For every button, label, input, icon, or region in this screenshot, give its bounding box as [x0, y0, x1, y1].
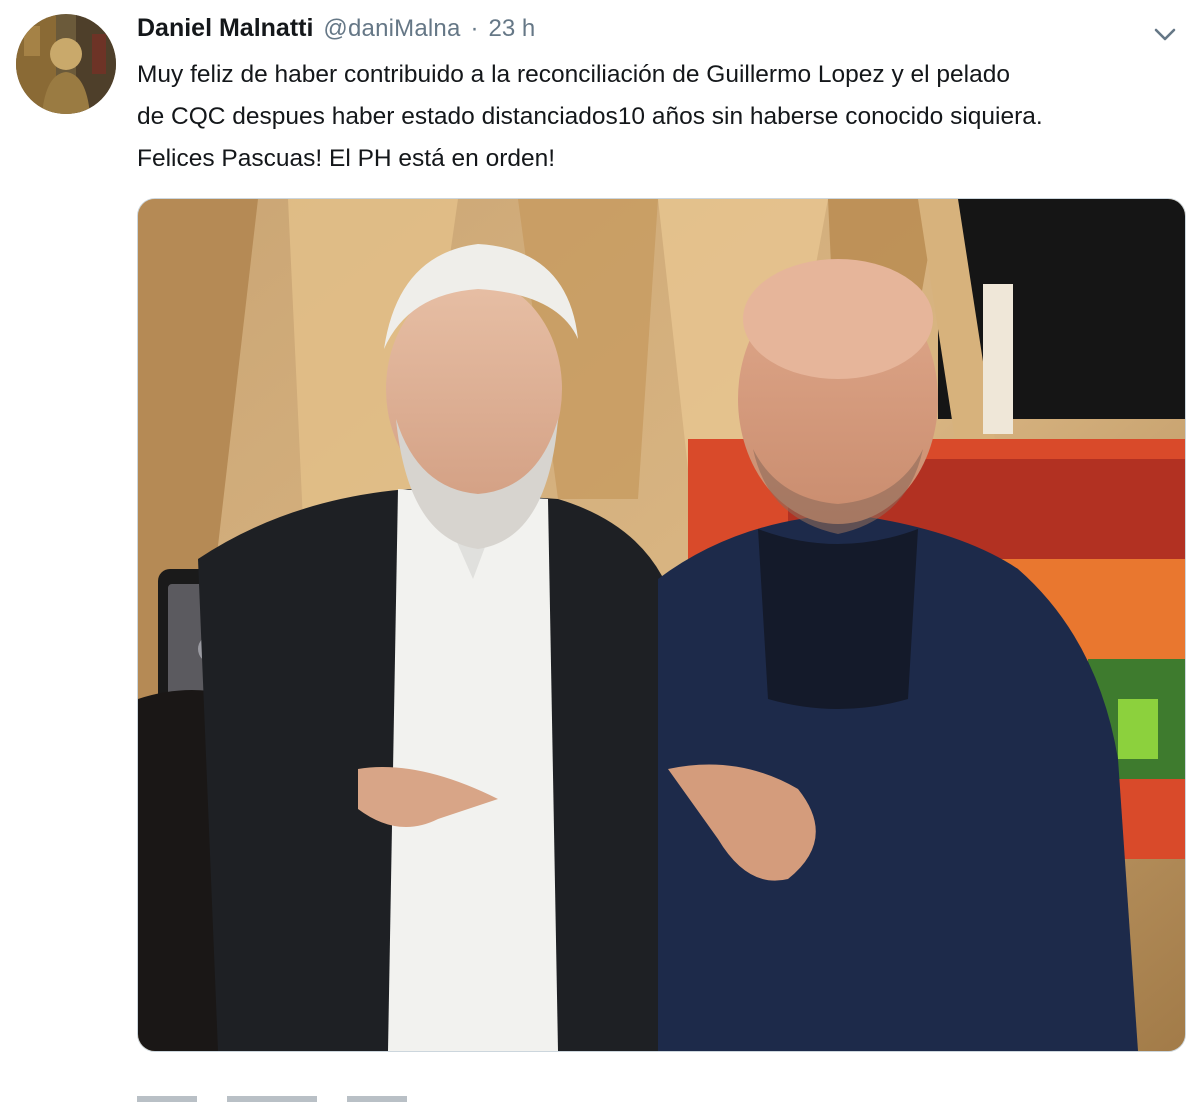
tweet-card: Daniel Malnatti @daniMalna · 23 h Muy fe… — [0, 0, 1200, 1102]
chevron-down-icon[interactable] — [1150, 22, 1180, 48]
separator-dot: · — [470, 15, 479, 42]
tweet-text-line: de CQC despues haber estado distanciados… — [137, 103, 1043, 130]
quoted-author-cutoff — [137, 1088, 537, 1102]
author-handle[interactable]: @daniMalna — [323, 15, 460, 43]
avatar[interactable] — [16, 14, 116, 114]
tweet-header: Daniel Malnatti @daniMalna · 23 h — [137, 14, 535, 50]
author-name[interactable]: Daniel Malnatti — [137, 14, 313, 43]
tweet-text: Muy feliz de haber contribuido a la reco… — [137, 54, 1187, 180]
tweet-text-line: Muy feliz de haber contribuido a la reco… — [137, 61, 1010, 88]
timestamp[interactable]: 23 h — [489, 15, 536, 43]
tweet-photo[interactable] — [137, 198, 1186, 1052]
tweet-text-line: Felices Pascuas! El PH está en orden! — [137, 145, 556, 172]
